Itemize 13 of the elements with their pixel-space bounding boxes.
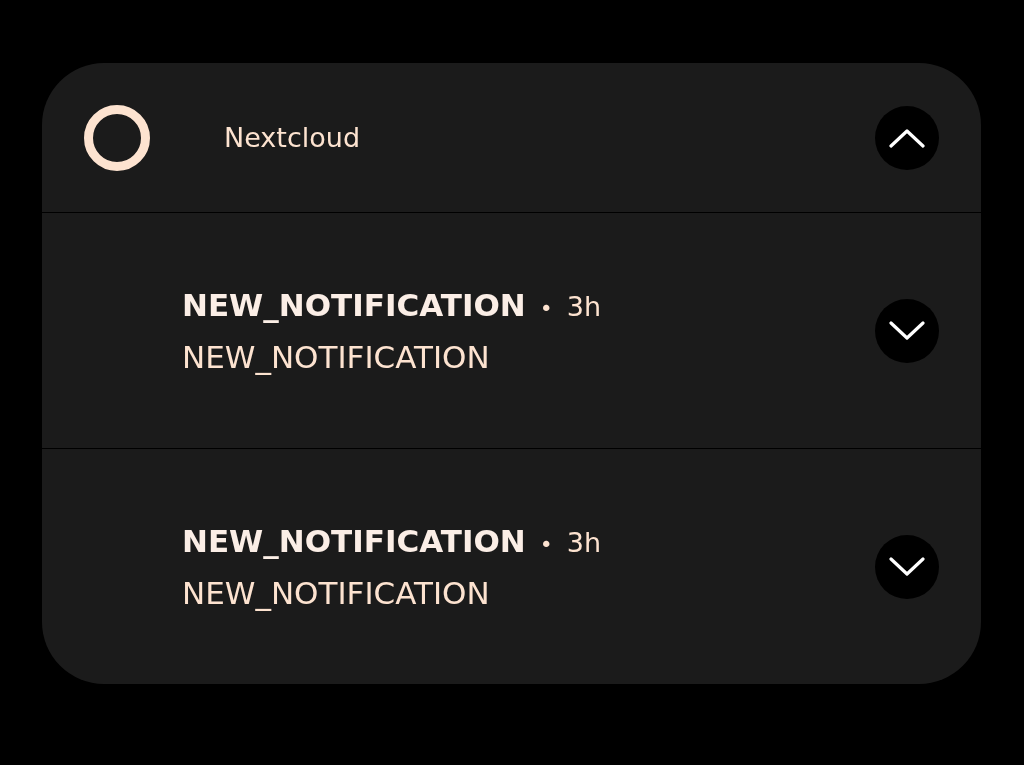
notification-text: NEW_NOTIFICATION bbox=[182, 574, 491, 611]
chevron-icon bbox=[889, 127, 925, 148]
notification-title: NEW_NOTIFICATION bbox=[182, 286, 526, 323]
chevron-icon bbox=[889, 320, 925, 341]
notification-text: NEW_NOTIFICATION bbox=[182, 338, 491, 375]
notification-time: 3h bbox=[566, 290, 602, 322]
notification-time: 3h bbox=[566, 526, 602, 558]
ring-icon bbox=[84, 104, 150, 171]
notification-title: NEW_NOTIFICATION bbox=[182, 522, 526, 559]
separator-dot: • bbox=[539, 295, 553, 321]
chevron-icon bbox=[889, 556, 925, 577]
separator-dot: • bbox=[539, 531, 553, 557]
app-name: Nextcloud bbox=[224, 122, 361, 153]
